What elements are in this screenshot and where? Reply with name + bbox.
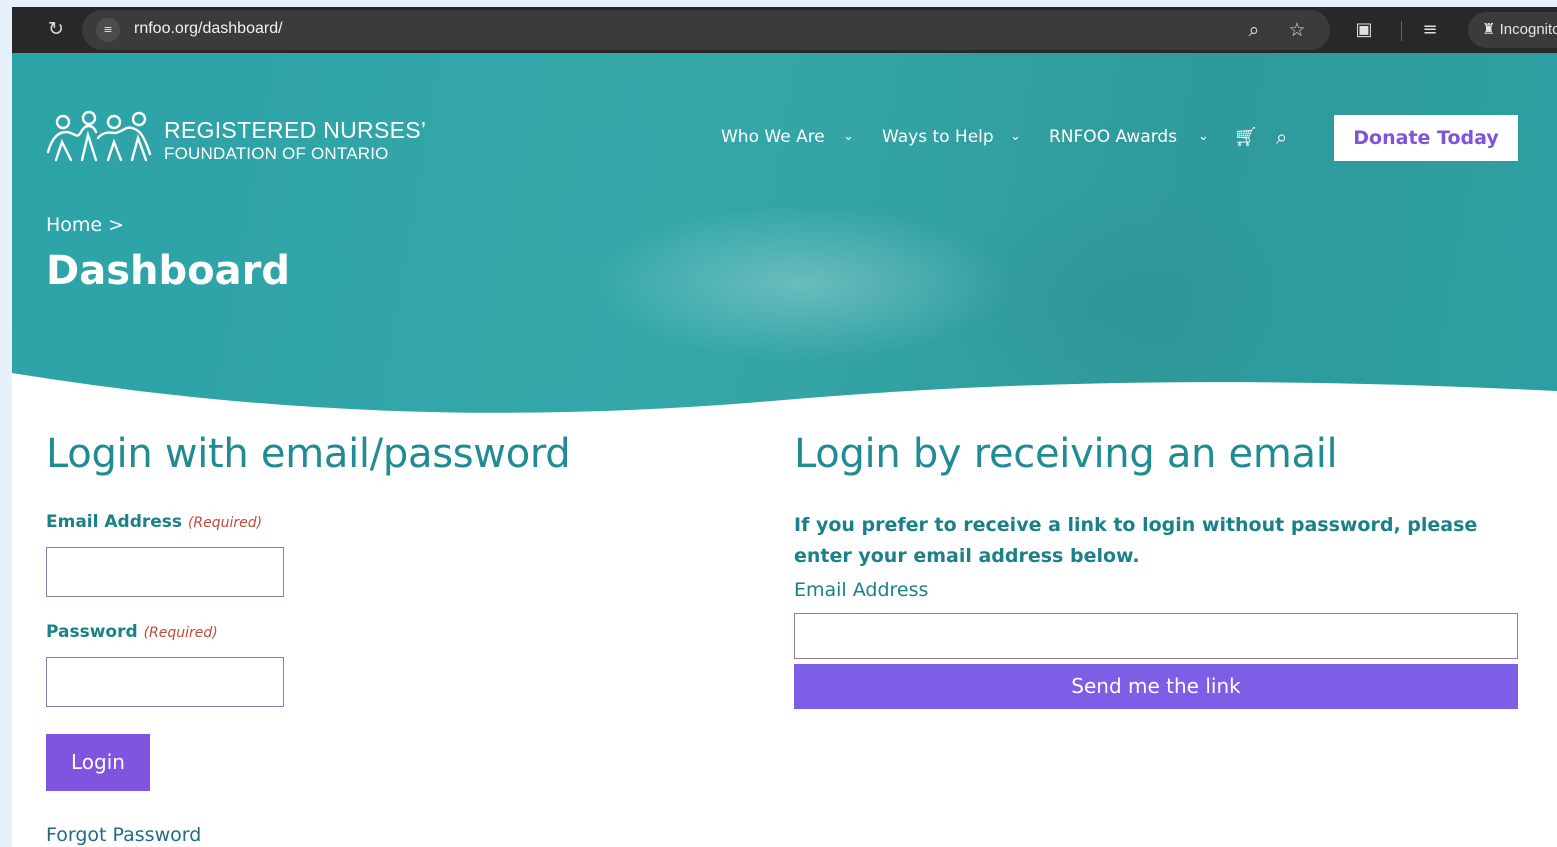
nav-who-we-are[interactable]: Who We Are bbox=[721, 127, 825, 147]
site-logo[interactable]: REGISTERED NURSES’ FOUNDATION OF ONTARIO bbox=[46, 110, 426, 166]
address-bar[interactable]: ≡ rnfoo.org/dashboard/ ⌕ ☆ bbox=[82, 10, 1330, 50]
logo-figures-icon bbox=[46, 110, 152, 162]
url-text[interactable]: rnfoo.org/dashboard/ bbox=[134, 20, 283, 38]
breadcrumb[interactable]: Home > bbox=[46, 214, 124, 236]
site-info-icon[interactable]: ≡ bbox=[96, 18, 120, 42]
cart-icon[interactable]: 🛒︎ bbox=[1234, 125, 1258, 148]
bookmark-star-icon[interactable]: ☆ bbox=[1285, 18, 1309, 42]
browser-toolbar: ↻ ≡ rnfoo.org/dashboard/ ⌕ ☆ ▣ ≡ ♜ Incog… bbox=[12, 7, 1557, 53]
hero-wave bbox=[12, 373, 1557, 443]
screen-search-icon[interactable]: ▣ bbox=[1351, 18, 1377, 42]
toolbar-divider bbox=[1401, 21, 1402, 41]
incognito-button[interactable]: ♜ Incognito bbox=[1468, 12, 1557, 48]
incognito-icon: ♜ bbox=[1482, 21, 1496, 38]
email-label: Email Address (Required) bbox=[46, 512, 262, 532]
password-field[interactable] bbox=[46, 657, 284, 707]
donate-button[interactable]: Donate Today bbox=[1334, 115, 1518, 161]
password-label-text: Password bbox=[46, 622, 138, 642]
chevron-down-icon[interactable]: ⌄ bbox=[1010, 129, 1021, 144]
web-page: REGISTERED NURSES’ FOUNDATION OF ONTARIO… bbox=[12, 53, 1557, 847]
magic-link-email-label: Email Address bbox=[794, 579, 929, 601]
incognito-label: Incognito bbox=[1499, 21, 1557, 38]
search-icon[interactable]: ⌕ bbox=[1276, 125, 1287, 149]
reading-list-icon[interactable]: ≡ bbox=[1417, 18, 1443, 42]
email-login-title: Login by receiving an email bbox=[794, 431, 1338, 477]
logo-title: REGISTERED NURSES’ bbox=[164, 117, 427, 143]
password-login-title: Login with email/password bbox=[46, 431, 571, 477]
page-title: Dashboard bbox=[46, 248, 290, 294]
required-marker: (Required) bbox=[187, 515, 263, 531]
reload-icon[interactable]: ↻ bbox=[44, 17, 68, 41]
send-link-button[interactable]: Send me the link bbox=[794, 664, 1518, 709]
chevron-down-icon[interactable]: ⌄ bbox=[1198, 129, 1209, 144]
forgot-password-link[interactable]: Forgot Password bbox=[46, 824, 201, 846]
magic-link-email-field[interactable] bbox=[794, 613, 1518, 659]
email-login-instructions: If you prefer to receive a link to login… bbox=[794, 514, 1478, 567]
nav-ways-to-help[interactable]: Ways to Help bbox=[882, 127, 994, 147]
nav-rnfoo-awards[interactable]: RNFOO Awards bbox=[1049, 127, 1177, 147]
logo-subtitle: FOUNDATION OF ONTARIO bbox=[164, 144, 389, 163]
email-label-text: Email Address bbox=[46, 512, 183, 532]
password-label: Password (Required) bbox=[46, 622, 218, 642]
required-marker: (Required) bbox=[143, 625, 218, 641]
chevron-down-icon[interactable]: ⌄ bbox=[843, 129, 854, 144]
login-button[interactable]: Login bbox=[46, 734, 150, 791]
email-field[interactable] bbox=[46, 547, 284, 597]
zoom-icon[interactable]: ⌕ bbox=[1242, 18, 1266, 42]
